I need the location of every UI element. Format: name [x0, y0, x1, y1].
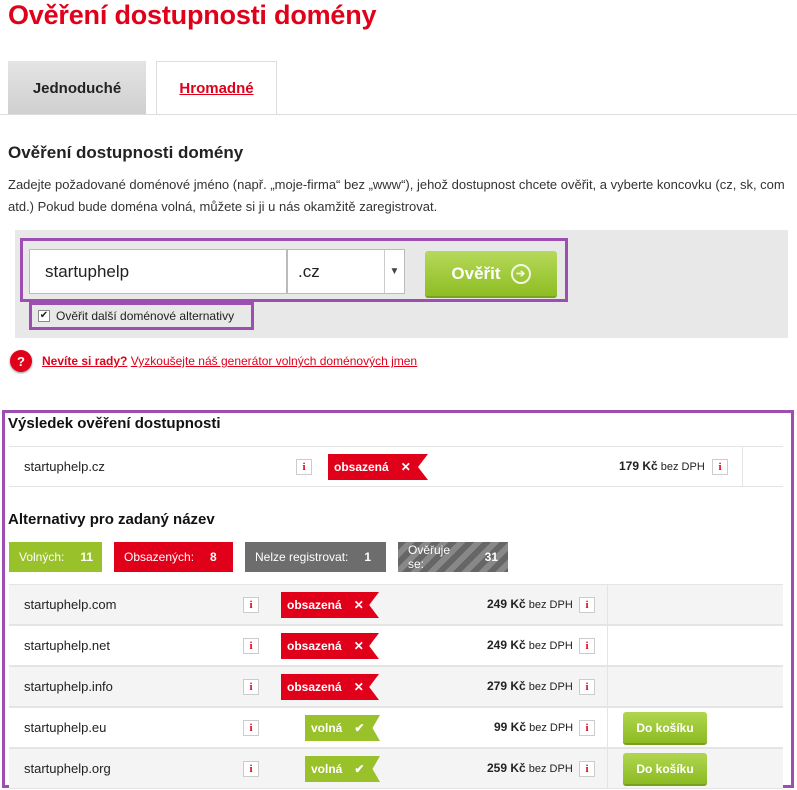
status-label: volná [311, 721, 343, 735]
price-value: 249 Kč [487, 638, 526, 652]
filter-taken-label: Obsazených: [124, 550, 195, 564]
info-icon[interactable]: i [243, 638, 259, 654]
column-divider [607, 585, 608, 625]
status-badge: obsazená ✕ [281, 633, 379, 659]
info-icon[interactable]: i [243, 679, 259, 695]
filter-checking-label: Ověřuje se: [408, 543, 451, 571]
status-badge: obsazená ✕ [328, 454, 428, 480]
price-suffix: bez DPH [529, 722, 574, 734]
status-badge: obsazená ✕ [281, 674, 379, 700]
question-icon: ? [10, 350, 32, 372]
status-badge: volná ✔ [305, 756, 380, 782]
filter-taken-count: 8 [210, 550, 217, 564]
row-price: 259 Kč bez DPH [487, 761, 573, 775]
filter-checking-count: 31 [484, 550, 498, 564]
price-info-icon[interactable]: i [579, 638, 595, 654]
info-icon[interactable]: i [296, 459, 312, 475]
status-badge: volná ✔ [305, 715, 380, 741]
close-icon: ✕ [353, 598, 364, 612]
row-price: 249 Kč bez DPH [487, 597, 573, 611]
result-price: 179 Kč bez DPH [619, 459, 705, 473]
price-value: 179 Kč [619, 459, 658, 473]
filter-taken[interactable]: Obsazených: 8 [114, 542, 233, 572]
status-label: obsazená [334, 460, 389, 474]
row-domain: startuphelp.eu [24, 720, 107, 735]
help-strong-link[interactable]: Nevíte si rady? [42, 354, 127, 368]
tab-bulk[interactable]: Hromadné [156, 61, 277, 115]
add-to-cart-button[interactable]: Do košíku [623, 753, 707, 784]
row-domain: startuphelp.net [24, 638, 111, 653]
price-info-icon[interactable]: i [579, 720, 595, 736]
tab-simple[interactable]: Jednoduché [8, 61, 146, 125]
column-divider [607, 626, 608, 666]
check-icon: ✔ [354, 721, 365, 735]
price-info-icon[interactable]: i [579, 761, 595, 777]
close-icon: ✕ [400, 460, 411, 474]
row-domain: startuphelp.org [24, 761, 111, 776]
price-value: 249 Kč [487, 597, 526, 611]
price-info-icon[interactable]: i [579, 597, 595, 613]
status-label: obsazená [287, 639, 342, 653]
price-suffix: bez DPH [528, 640, 573, 652]
table-row: startuphelp.net i obsazená ✕ 249 Kč bez … [9, 625, 783, 666]
close-icon: ✕ [353, 680, 364, 694]
table-row: startuphelp.org i volná ✔ 259 Kč bez DPH… [9, 748, 783, 789]
alternatives-heading: Alternativy pro zadaný název [8, 511, 215, 528]
table-row: startuphelp.eu i volná ✔ 99 Kč bez DPH i… [9, 707, 783, 748]
check-icon: ✔ [354, 762, 365, 776]
price-suffix: bez DPH [528, 681, 573, 693]
close-icon: ✕ [353, 639, 364, 653]
filter-nr-count: 1 [364, 550, 372, 564]
price-info-icon[interactable]: i [579, 679, 595, 695]
add-to-cart-button[interactable]: Do košíku [623, 712, 707, 743]
highlight-search-box [20, 238, 568, 302]
price-suffix: bez DPH [660, 461, 705, 473]
price-value: 99 Kč [494, 720, 527, 734]
filter-bar: Volných: 11 Obsazených: 8 Nelze registro… [9, 542, 508, 572]
price-value: 279 Kč [487, 679, 526, 693]
help-row: ? Nevíte si rady? Vyzkoušejte náš generá… [10, 350, 417, 372]
table-row: startuphelp.com i obsazená ✕ 249 Kč bez … [9, 584, 783, 625]
row-domain: startuphelp.com [24, 597, 117, 612]
result-row: startuphelp.cz i obsazená ✕ 179 Kč bez D… [9, 446, 783, 487]
row-price: 279 Kč bez DPH [487, 679, 573, 693]
row-domain: startuphelp.info [24, 679, 113, 694]
filter-nr-label: Nelze registrovat: [255, 550, 349, 564]
info-icon[interactable]: i [243, 597, 259, 613]
price-value: 259 Kč [487, 761, 526, 775]
column-divider [607, 749, 608, 789]
price-info-icon[interactable]: i [712, 459, 728, 475]
filter-free[interactable]: Volných: 11 [9, 542, 102, 572]
price-suffix: bez DPH [528, 763, 573, 775]
column-divider [742, 447, 743, 487]
page-title: Ověření dostupnosti domény [8, 0, 377, 30]
filter-free-label: Volných: [19, 550, 65, 564]
column-divider [607, 667, 608, 707]
status-label: obsazená [287, 680, 342, 694]
table-row: startuphelp.info i obsazená ✕ 279 Kč bez… [9, 666, 783, 707]
info-icon[interactable]: i [243, 761, 259, 777]
status-label: obsazená [287, 598, 342, 612]
filter-free-count: 11 [80, 550, 94, 564]
generator-link[interactable]: Vyzkoušejte náš generátor volných doméno… [131, 354, 417, 368]
info-icon[interactable]: i [243, 720, 259, 736]
form-heading: Ověření dostupnosti domény [8, 143, 244, 162]
price-suffix: bez DPH [528, 599, 573, 611]
result-heading: Výsledek ověření dostupnosti [8, 415, 221, 432]
filter-not-registrable[interactable]: Nelze registrovat: 1 [245, 542, 386, 572]
filter-checking[interactable]: Ověřuje se: 31 [398, 542, 508, 572]
row-price: 99 Kč bez DPH [494, 720, 573, 734]
result-domain: startuphelp.cz [24, 459, 105, 474]
status-badge: obsazená ✕ [281, 592, 379, 618]
form-description: Zadejte požadované doménové jméno (např.… [8, 177, 785, 214]
status-label: volná [311, 762, 343, 776]
highlight-checkbox-box [29, 302, 254, 330]
row-price: 249 Kč bez DPH [487, 638, 573, 652]
column-divider [607, 708, 608, 748]
